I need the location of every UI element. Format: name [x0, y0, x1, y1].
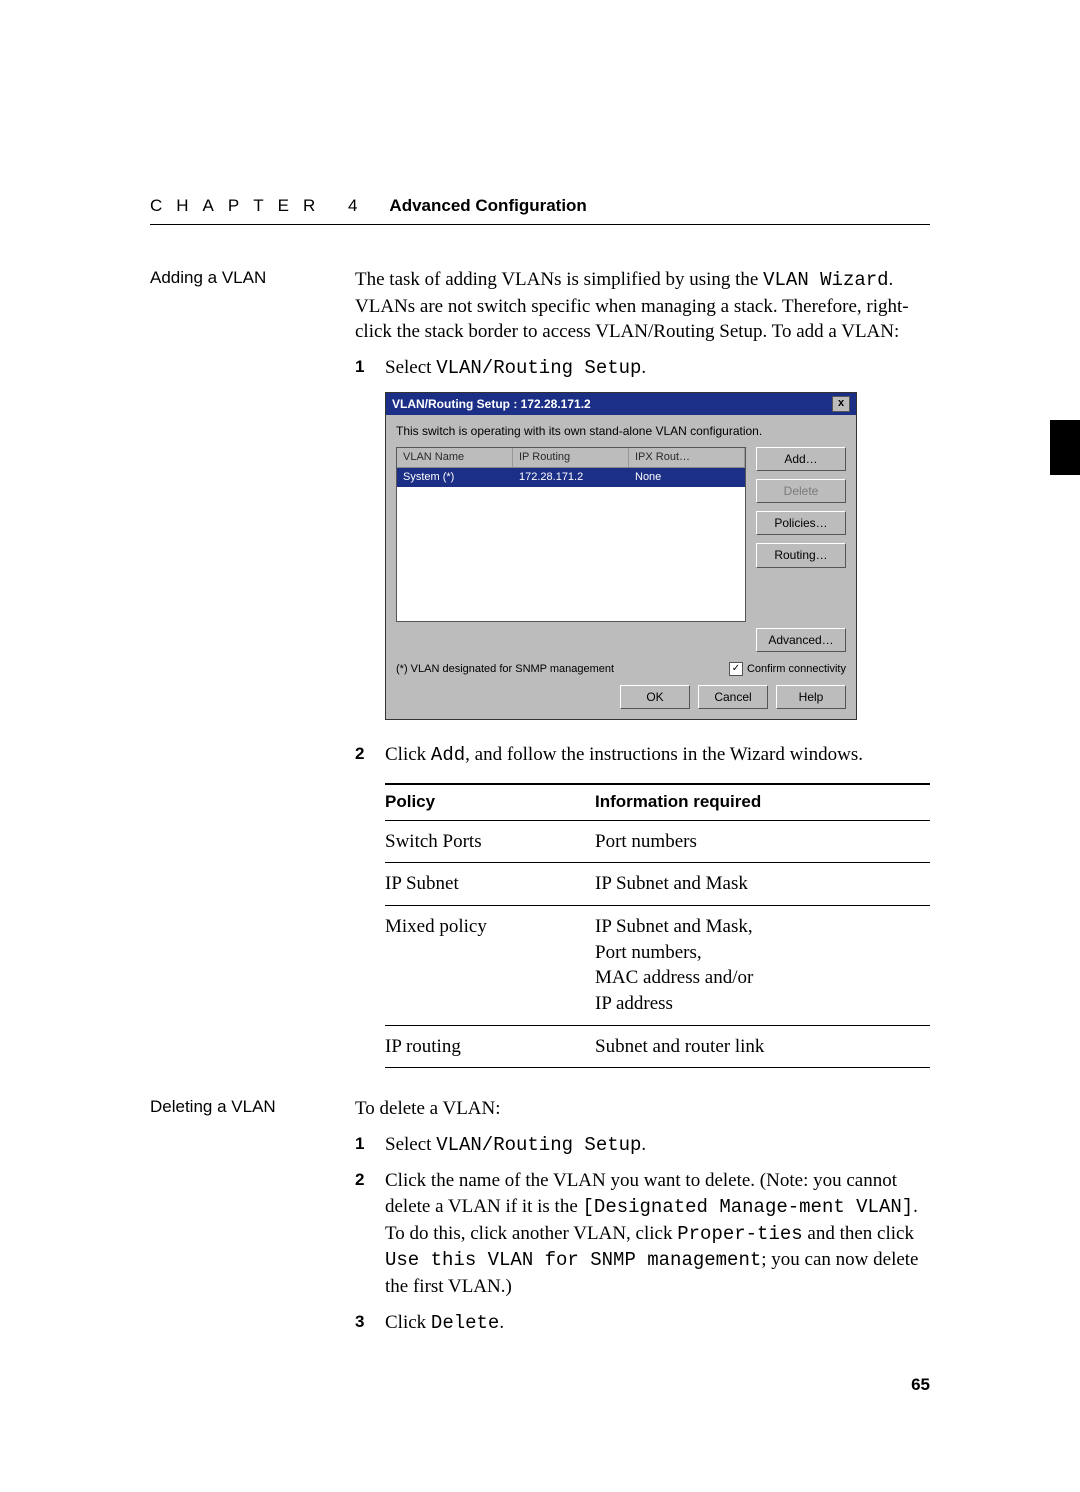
d2-code1: [Designated Manage-ment VLAN] — [583, 1196, 914, 1218]
chapter-title: Advanced Configuration — [389, 195, 586, 218]
adding-intro-code: VLAN Wizard — [763, 269, 888, 291]
col-vlan-name: VLAN Name — [397, 448, 513, 467]
add-button[interactable]: Add… — [756, 447, 846, 471]
advanced-button[interactable]: Advanced… — [756, 628, 846, 652]
dialog-title-text: VLAN/Routing Setup : 172.28.171.2 — [392, 396, 591, 412]
step1-post: . — [641, 357, 646, 378]
cell-policy: Mixed policy — [385, 905, 595, 1025]
adding-intro-pre: The task of adding VLANs is simplified b… — [355, 269, 763, 290]
policies-button[interactable]: Policies… — [756, 511, 846, 535]
vlan-list-row[interactable]: System (*) 172.28.171.2 None — [397, 468, 745, 487]
col-ipx-rout: IPX Rout… — [629, 448, 745, 467]
vlan-list[interactable]: VLAN Name IP Routing IPX Rout… System (*… — [396, 447, 746, 622]
section-deleting-vlan: Deleting a VLAN To delete a VLAN: 1 Sele… — [150, 1096, 930, 1346]
th-info: Information required — [595, 784, 930, 820]
row-ip: 172.28.171.2 — [513, 468, 629, 487]
adding-intro: The task of adding VLANs is simplified b… — [355, 267, 930, 345]
d3-code: Delete — [431, 1312, 499, 1334]
d2-c: and then click — [803, 1223, 914, 1244]
step2-code: Add — [431, 744, 465, 766]
th-policy: Policy — [385, 784, 595, 820]
deleting-step-3: 3 Click Delete. — [355, 1310, 930, 1337]
step-number: 1 — [355, 355, 385, 379]
dialog-titlebar: VLAN/Routing Setup : 172.28.171.2 x — [386, 393, 856, 415]
cell-info: IP Subnet and Mask, Port numbers, MAC ad… — [595, 905, 930, 1025]
step2-pre: Click — [385, 744, 431, 765]
deleting-step-1: 1 Select VLAN/Routing Setup. — [355, 1132, 930, 1159]
close-icon[interactable]: x — [832, 396, 850, 412]
cell-policy: IP Subnet — [385, 863, 595, 906]
routing-button[interactable]: Routing… — [756, 543, 846, 567]
step-number: 3 — [355, 1310, 385, 1334]
adding-step-1: 1 Select VLAN/Routing Setup. — [355, 355, 930, 382]
adding-step-2: 2 Click Add, and follow the instructions… — [355, 742, 930, 1068]
help-button[interactable]: Help — [776, 685, 846, 709]
cell-info: Port numbers — [595, 820, 930, 863]
thumb-tab — [1050, 420, 1080, 475]
cell-info: IP Subnet and Mask — [595, 863, 930, 906]
d2-code2: Proper-ties — [677, 1223, 802, 1245]
page-number: 65 — [911, 1374, 930, 1397]
delete-button[interactable]: Delete — [756, 479, 846, 503]
step-number: 2 — [355, 1168, 385, 1192]
section-adding-vlan: Adding a VLAN The task of adding VLANs i… — [150, 267, 930, 1078]
step-number: 1 — [355, 1132, 385, 1156]
cell-info: Subnet and router link — [595, 1025, 930, 1068]
vlan-routing-setup-dialog: VLAN/Routing Setup : 172.28.171.2 x This… — [385, 392, 857, 721]
col-ip-routing: IP Routing — [513, 448, 629, 467]
checkbox-icon: ✓ — [729, 662, 743, 676]
d1-post: . — [641, 1134, 646, 1155]
step1-pre: Select — [385, 357, 436, 378]
d3-post: . — [499, 1312, 504, 1333]
cancel-button[interactable]: Cancel — [698, 685, 768, 709]
table-row: Mixed policy IP Subnet and Mask, Port nu… — [385, 905, 930, 1025]
confirm-connectivity-checkbox[interactable]: ✓ Confirm connectivity — [729, 662, 846, 677]
d2-code3: Use this VLAN for SNMP management — [385, 1249, 761, 1271]
d3-pre: Click — [385, 1312, 431, 1333]
deleting-step-2: 2 Click the name of the VLAN you want to… — [355, 1168, 930, 1299]
deleting-intro: To delete a VLAN: — [355, 1096, 930, 1122]
row-ipx: None — [629, 468, 745, 487]
d1-pre: Select — [385, 1134, 436, 1155]
table-row: IP Subnet IP Subnet and Mask — [385, 863, 930, 906]
side-label-deleting: Deleting a VLAN — [150, 1096, 355, 1119]
step1-code: VLAN/Routing Setup — [436, 357, 641, 379]
row-name: System (*) — [397, 468, 513, 487]
cell-policy: IP routing — [385, 1025, 595, 1068]
chapter-label: CHAPTER 4 — [150, 195, 371, 218]
policy-table: Policy Information required Switch Ports… — [385, 783, 930, 1068]
cell-policy: Switch Ports — [385, 820, 595, 863]
table-row: IP routing Subnet and router link — [385, 1025, 930, 1068]
snmp-note: (*) VLAN designated for SNMP management — [396, 662, 614, 677]
confirm-label: Confirm connectivity — [747, 662, 846, 677]
dialog-description: This switch is operating with its own st… — [396, 423, 846, 439]
table-row: Switch Ports Port numbers — [385, 820, 930, 863]
d1-code: VLAN/Routing Setup — [436, 1134, 641, 1156]
page-header: CHAPTER 4 Advanced Configuration — [150, 195, 930, 225]
side-label-adding: Adding a VLAN — [150, 267, 355, 290]
step-number: 2 — [355, 742, 385, 766]
ok-button[interactable]: OK — [620, 685, 690, 709]
step2-post: , and follow the instructions in the Wiz… — [465, 744, 863, 765]
